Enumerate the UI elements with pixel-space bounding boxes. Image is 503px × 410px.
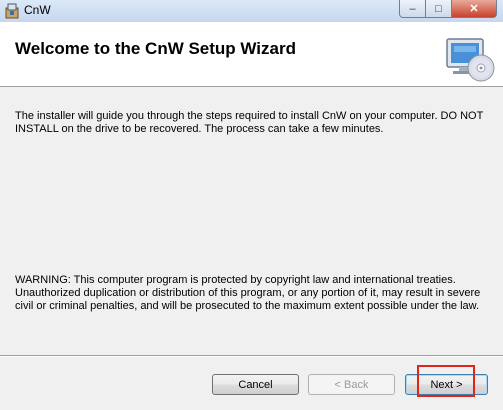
close-icon: ✕ <box>469 3 479 15</box>
minimize-button[interactable]: – <box>399 0 426 18</box>
window-title: CnW <box>24 3 51 17</box>
wizard-banner: Welcome to the CnW Setup Wizard <box>0 22 503 87</box>
title-bar[interactable]: CnW – □ ✕ <box>0 0 503 23</box>
cancel-button[interactable]: Cancel <box>212 374 299 395</box>
maximize-button[interactable]: □ <box>426 0 452 18</box>
setup-wizard-window: CnW – □ ✕ Welcome to the CnW Setup Wizar… <box>0 0 503 410</box>
copyright-warning: WARNING: This computer program is protec… <box>15 274 481 312</box>
window-controls: – □ ✕ <box>399 0 497 18</box>
minimize-icon: – <box>409 2 416 15</box>
maximize-icon: □ <box>435 2 442 15</box>
intro-text: The installer will guide you through the… <box>15 110 484 135</box>
page-title: Welcome to the CnW Setup Wizard <box>15 39 296 58</box>
next-button[interactable]: Next > <box>405 374 488 395</box>
installer-icon <box>5 3 19 19</box>
close-button[interactable]: ✕ <box>452 0 497 18</box>
button-separator <box>0 355 503 357</box>
back-button[interactable]: < Back <box>308 374 395 395</box>
computer-cd-icon <box>446 38 495 82</box>
